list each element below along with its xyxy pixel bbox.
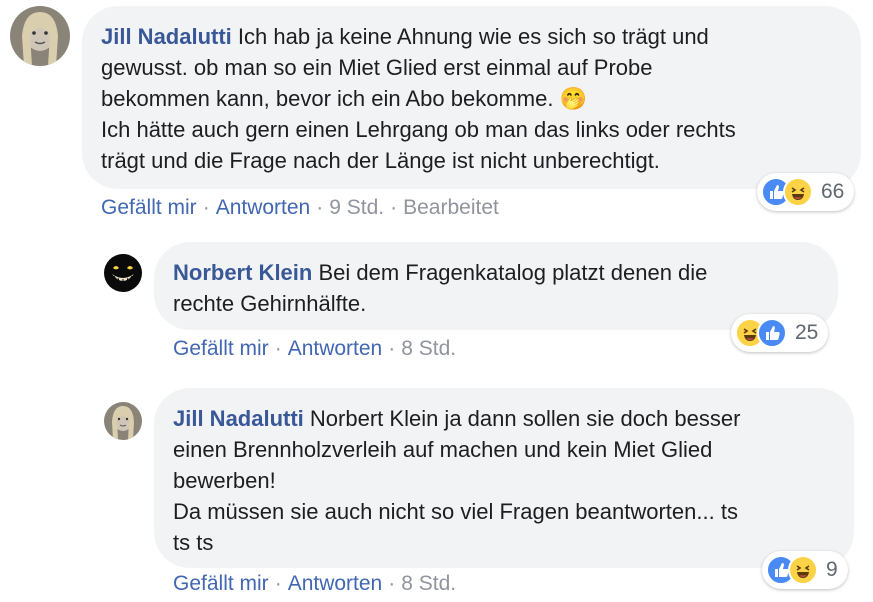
comment-text: Jill Nadalutti Ich hab ja keine Ahnung w… (101, 24, 736, 173)
reaction-count: 25 (795, 321, 819, 344)
separator: · (388, 572, 396, 595)
separator: · (316, 196, 324, 219)
timestamp[interactable]: 9 Std. (329, 196, 384, 219)
reply-link[interactable]: Antworten (288, 337, 383, 360)
comment-text: Norbert Klein Bei dem Fragenkatalog plat… (173, 260, 708, 316)
separator: · (274, 572, 282, 595)
avatar[interactable] (104, 254, 142, 292)
avatar[interactable] (10, 6, 70, 66)
comment-text: Jill Nadalutti Norbert Klein ja dann sol… (173, 406, 741, 555)
haha-icon (783, 177, 813, 207)
comment-actions: Gefällt mir · Antworten · 8 Std. (173, 337, 456, 361)
avatar[interactable] (104, 402, 142, 440)
like-link[interactable]: Gefällt mir (173, 572, 269, 595)
separator: · (274, 337, 282, 360)
reaction-summary[interactable]: 25 (731, 314, 829, 352)
like-link[interactable]: Gefällt mir (173, 337, 269, 360)
haha-icon (788, 555, 818, 585)
separator: · (390, 196, 398, 219)
comment-author[interactable]: Jill Nadalutti (173, 406, 304, 431)
reaction-count: 66 (821, 180, 845, 203)
separator: · (388, 337, 396, 360)
edited-label[interactable]: Bearbeitet (403, 196, 499, 219)
comment-actions: Gefällt mir · Antworten · 8 Std. (173, 572, 456, 596)
reply-link[interactable]: Antworten (216, 196, 311, 219)
reply-link[interactable]: Antworten (288, 572, 383, 595)
reaction-summary[interactable]: 66 (757, 173, 855, 211)
reaction-count: 9 (826, 558, 838, 581)
reaction-summary[interactable]: 9 (762, 551, 848, 589)
like-link[interactable]: Gefällt mir (101, 196, 197, 219)
separator: · (202, 196, 210, 219)
comment-author[interactable]: Jill Nadalutti (101, 24, 232, 49)
timestamp[interactable]: 8 Std. (401, 572, 456, 595)
like-icon (757, 318, 787, 348)
comment-actions: Gefällt mir · Antworten · 9 Std. · Bearbeitet (101, 196, 499, 220)
comment-author[interactable]: Norbert Klein (173, 260, 312, 285)
timestamp[interactable]: 8 Std. (401, 337, 456, 360)
